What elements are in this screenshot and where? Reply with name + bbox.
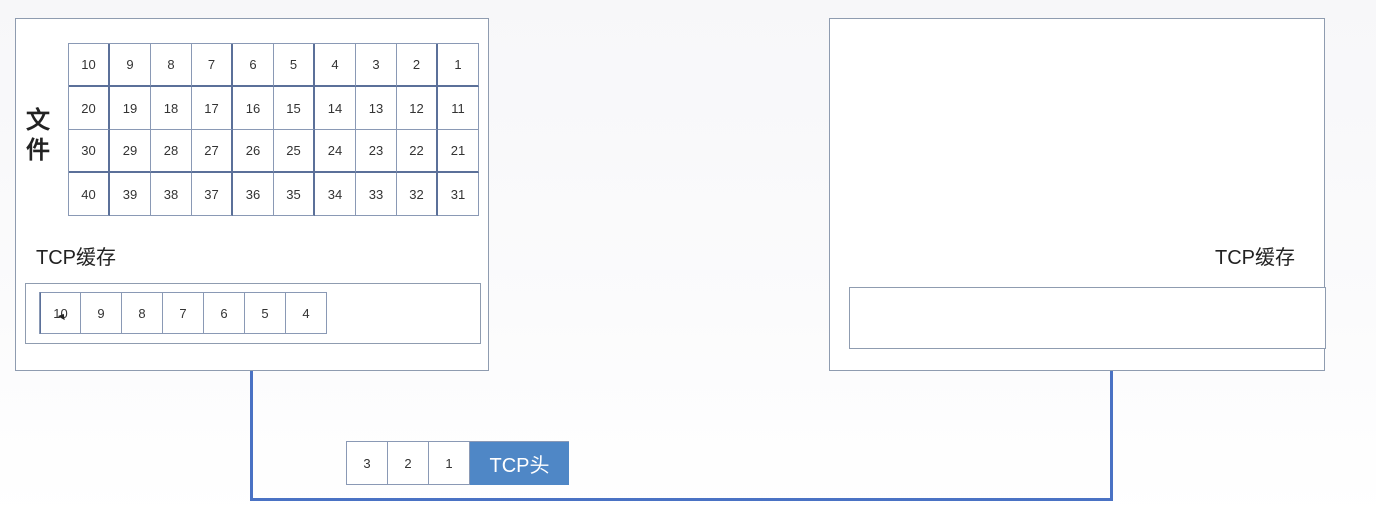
- file-segment-cell: 34: [315, 173, 356, 216]
- file-segment-cell: 36: [233, 173, 274, 216]
- file-label: 文件: [26, 106, 50, 164]
- sender-tcp-buffer: 10 9 8 7 6 5 4: [25, 283, 481, 344]
- sender-tcp-buffer-label: TCP缓存: [36, 247, 116, 269]
- buffer-segment-cell: 8: [122, 292, 163, 334]
- file-segment-cell: 2: [397, 44, 438, 87]
- file-segment-cell: 26: [233, 130, 274, 173]
- receiver-tcp-buffer: [849, 287, 1326, 349]
- file-segment-cell: 7: [192, 44, 233, 87]
- file-segment-cell: 33: [356, 173, 397, 216]
- file-segment-cell: 22: [397, 130, 438, 173]
- buffer-segment-cell: 4: [286, 292, 327, 334]
- file-segment-cell: 19: [110, 87, 151, 130]
- receiver-tcp-buffer-label: TCP缓存: [1215, 247, 1295, 269]
- file-segment-cell: 32: [397, 173, 438, 216]
- receiver-host: TCP缓存: [829, 18, 1326, 371]
- packet-segment-cell: 2: [388, 442, 429, 485]
- file-segment-cell: 40: [69, 173, 110, 216]
- file-segment-cell: 6: [233, 44, 274, 87]
- file-segment-cell: 18: [151, 87, 192, 130]
- file-segment-cell: 23: [356, 130, 397, 173]
- file-segment-cell: 10: [69, 44, 110, 87]
- file-segment-cell: 21: [438, 130, 479, 173]
- file-segment-cell: 17: [192, 87, 233, 130]
- file-segment-cell: 3: [356, 44, 397, 87]
- file-segment-cell: 11: [438, 87, 479, 130]
- network-link-right: [1110, 371, 1113, 501]
- file-segment-cell: 28: [151, 130, 192, 173]
- file-segment-cell: 13: [356, 87, 397, 130]
- file-segment-cell: 30: [69, 130, 110, 173]
- packet-data-segments: 321: [347, 442, 470, 485]
- file-segment-cell: 14: [315, 87, 356, 130]
- tcp-header: TCP头: [470, 442, 569, 485]
- file-segment-cell: 12: [397, 87, 438, 130]
- packet-segment-cell: 3: [347, 442, 388, 485]
- sender-buffer-segments: 10 9 8 7 6 5 4: [39, 292, 327, 334]
- file-segment-cell: 38: [151, 173, 192, 216]
- file-segment-cell: 35: [274, 173, 315, 216]
- file-segment-cell: 5: [274, 44, 315, 87]
- file-segment-cell: 25: [274, 130, 315, 173]
- network-link-bottom: [250, 498, 1113, 501]
- sender-host: 文件 10 9 8 7 6 5 4 3 2 1 20 19 18 17 16 15 14 13 12 11 30 29 28…: [15, 18, 489, 371]
- file-segment-cell: 27: [192, 130, 233, 173]
- buffer-segment-cell: 9: [81, 292, 122, 334]
- file-segment-cell: 15: [274, 87, 315, 130]
- file-grid: 10 9 8 7 6 5 4 3 2 1 20 19 18 17 16 15 14 13 12 11 30 29 28 27 2…: [68, 43, 479, 216]
- file-segment-cell: 4: [315, 44, 356, 87]
- buffer-segment-cell: 6: [204, 292, 245, 334]
- buffer-segment-cell: 10: [40, 292, 81, 334]
- buffer-segment-cell: 7: [163, 292, 204, 334]
- network-link-left: [250, 371, 253, 501]
- mouse-pointer-icon: [58, 311, 68, 320]
- packet-segment-cell: 1: [429, 442, 470, 485]
- file-segment-cell: 20: [69, 87, 110, 130]
- file-segment-cell: 8: [151, 44, 192, 87]
- file-segment-cell: 1: [438, 44, 479, 87]
- buffer-segment-cell: 5: [245, 292, 286, 334]
- file-segment-cell: 39: [110, 173, 151, 216]
- file-segment-cell: 29: [110, 130, 151, 173]
- file-segment-cell: 9: [110, 44, 151, 87]
- file-segment-cell: 37: [192, 173, 233, 216]
- tcp-segment-packet: 321 TCP头: [346, 441, 569, 485]
- file-segment-cell: 24: [315, 130, 356, 173]
- file-segment-cell: 31: [438, 173, 479, 216]
- file-segment-cell: 16: [233, 87, 274, 130]
- buffer-segment-text: 10: [53, 305, 68, 321]
